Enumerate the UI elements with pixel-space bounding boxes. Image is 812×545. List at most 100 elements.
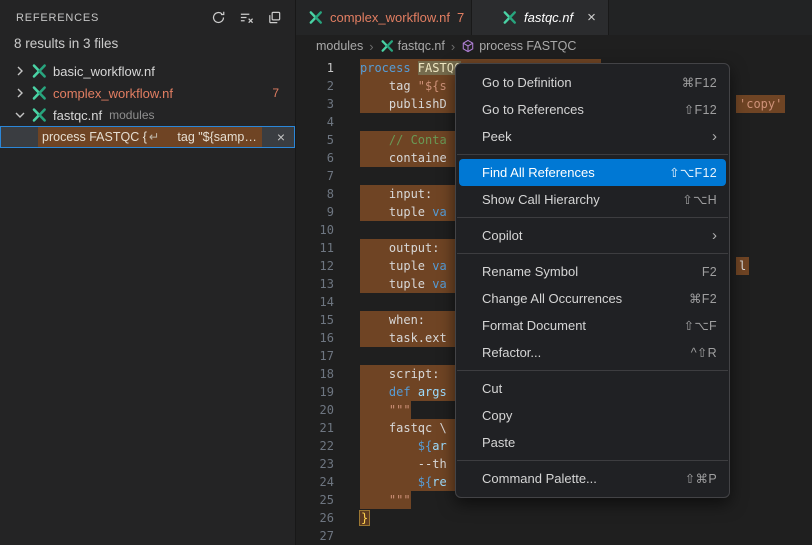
collapse-all-icon[interactable] [263, 7, 285, 29]
code-text[interactable]: } [356, 509, 370, 527]
line-number: 16 [296, 329, 356, 347]
code-token: va [432, 277, 446, 291]
close-tab-icon[interactable]: × [587, 10, 596, 25]
menu-item-label: Rename Symbol [482, 264, 702, 279]
menu-item-label: Find All References [482, 165, 669, 180]
tab-complex-workflow-nf[interactable]: complex_workflow.nf7 [296, 0, 472, 35]
dismiss-result-icon[interactable]: × [277, 129, 285, 145]
menu-item-peek[interactable]: Peek› [459, 123, 726, 150]
code-text[interactable]: """ [356, 491, 411, 509]
line-number: 7 [296, 167, 356, 185]
line-number: 26 [296, 509, 356, 527]
breadcrumb-separator: › [451, 39, 455, 54]
menu-item-rename-symbol[interactable]: Rename SymbolF2 [459, 258, 726, 285]
menu-item-paste[interactable]: Paste [459, 429, 726, 456]
breadcrumb-item-process-fastqc[interactable]: process FASTQC [461, 39, 576, 53]
code-token: --th [360, 457, 447, 471]
code-text[interactable] [356, 527, 360, 545]
file-name: basic_workflow.nf [53, 64, 155, 79]
line-number: 11 [296, 239, 356, 257]
line-number: 5 [296, 131, 356, 149]
menu-item-shortcut: F2 [702, 265, 717, 279]
panel-title: REFERENCES [16, 12, 207, 24]
line-number: 6 [296, 149, 356, 167]
refresh-icon[interactable] [207, 7, 229, 29]
code-text[interactable]: """ [356, 401, 411, 419]
code-text[interactable] [356, 293, 360, 311]
chevron-right-icon[interactable] [12, 63, 28, 79]
line-number: 1 [296, 59, 356, 77]
menu-item-copy[interactable]: Copy [459, 402, 726, 429]
menu-separator [457, 217, 728, 218]
line-number: 17 [296, 347, 356, 365]
code-token: // Conta [360, 133, 447, 147]
breadcrumb-label: process FASTQC [479, 39, 576, 53]
menu-item-label: Peek [482, 129, 712, 144]
tab-bar: complex_workflow.nf7 fastqc.nf× [296, 0, 812, 35]
submenu-arrow-icon: › [712, 129, 717, 144]
menu-item-label: Go to References [482, 102, 684, 117]
tab-fastqc-nf[interactable]: fastqc.nf× [472, 0, 609, 35]
menu-item-label: Copy [482, 408, 717, 423]
code-token: output: [360, 241, 439, 255]
reference-result-item[interactable]: process FASTQC {↵tag "${samp… × [0, 126, 295, 148]
references-panel-header: REFERENCES [0, 0, 295, 35]
menu-item-label: Copilot [482, 228, 712, 243]
breadcrumb-item-fastqc-nf[interactable]: fastqc.nf [380, 39, 445, 53]
references-panel: REFERENCES 8 results in 3 files basic_wo… [0, 0, 296, 545]
code-token [360, 403, 389, 417]
menu-item-label: Refactor... [482, 345, 691, 360]
chevron-down-icon[interactable] [12, 107, 28, 123]
tree-item-fastqc-nf[interactable]: fastqc.nfmodules [0, 104, 295, 126]
code-text[interactable] [356, 167, 360, 185]
tree-item-basic-workflow-nf[interactable]: basic_workflow.nf [0, 60, 295, 82]
line-number: 14 [296, 293, 356, 311]
clear-all-icon[interactable] [235, 7, 257, 29]
code-token: script: [360, 367, 439, 381]
code-token: input: [360, 187, 432, 201]
line-number: 4 [296, 113, 356, 131]
submenu-arrow-icon: › [712, 228, 717, 243]
code-token: tuple [360, 205, 432, 219]
tab-badge: 7 [457, 10, 464, 25]
menu-item-refactor[interactable]: Refactor...^⇧R [459, 339, 726, 366]
menu-item-copilot[interactable]: Copilot› [459, 222, 726, 249]
code-token: re [432, 475, 446, 489]
menu-item-go-to-definition[interactable]: Go to Definition⌘F12 [459, 69, 726, 96]
code-text[interactable] [356, 347, 360, 365]
code-token: def [389, 385, 418, 399]
code-line-26[interactable]: 26} [296, 509, 812, 527]
menu-item-format-document[interactable]: Format Document⇧⌥F [459, 312, 726, 339]
menu-item-command-palette[interactable]: Command Palette...⇧⌘P [459, 465, 726, 492]
reference-highlight: """ [360, 491, 411, 509]
menu-item-cut[interactable]: Cut [459, 375, 726, 402]
menu-item-find-all-references[interactable]: Find All References⇧⌥F12 [459, 159, 726, 186]
line-number: 27 [296, 527, 356, 545]
nextflow-file-icon [308, 10, 323, 25]
menu-item-go-to-references[interactable]: Go to References⇧F12 [459, 96, 726, 123]
nextflow-file-icon [30, 85, 47, 102]
chevron-right-icon[interactable] [12, 85, 28, 101]
code-line-27[interactable]: 27 [296, 527, 812, 545]
menu-separator [457, 460, 728, 461]
line-number: 9 [296, 203, 356, 221]
menu-separator [457, 154, 728, 155]
menu-separator [457, 370, 728, 371]
tree-item-complex-workflow-nf[interactable]: complex_workflow.nf7 [0, 82, 295, 104]
symbol-icon [461, 39, 475, 53]
editor-context-menu: Go to Definition⌘F12Go to References⇧F12… [455, 63, 730, 498]
code-text[interactable] [356, 113, 360, 131]
code-text[interactable] [356, 221, 360, 239]
code-token: when: [360, 313, 425, 327]
line-number: 25 [296, 491, 356, 509]
reference-match-text: process FASTQC {↵tag "${samp… [38, 127, 262, 147]
line-number: 18 [296, 365, 356, 383]
tab-bar-empty-space [609, 0, 812, 35]
code-token: """ [389, 493, 411, 507]
menu-item-show-call-hierarchy[interactable]: Show Call Hierarchy⇧⌥H [459, 186, 726, 213]
menu-item-label: Cut [482, 381, 717, 396]
breadcrumb-item-modules[interactable]: modules [316, 39, 363, 53]
code-token [360, 493, 389, 507]
menu-item-change-all-occurrences[interactable]: Change All Occurrences⌘F2 [459, 285, 726, 312]
code-token: va [432, 259, 446, 273]
